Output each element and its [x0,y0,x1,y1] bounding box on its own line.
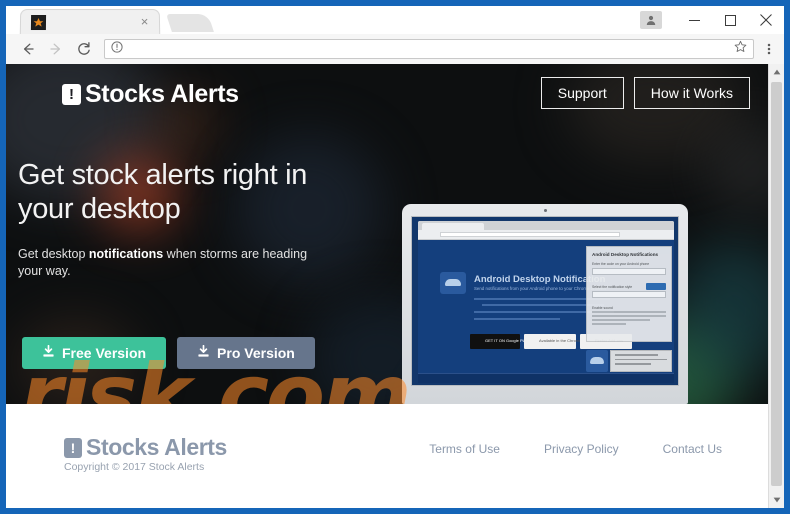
tab-strip: × [6,6,666,34]
page-scrollbar[interactable] [768,64,784,508]
new-tab-button[interactable] [166,14,214,32]
mockup-panel-label-1: Enter the code on your Android phone [592,262,650,266]
mockup-sound-checkbox: Enable sound [592,306,613,310]
forward-arrow-icon [42,35,70,63]
free-version-button[interactable]: Free Version [22,337,167,369]
footer-logo[interactable]: ! Stocks Alerts [64,434,227,461]
mockup-panel-title: Android Desktop Notifications [592,252,659,257]
hero-subtitle: Get desktop notifications when storms ar… [18,246,318,280]
footer-link-terms[interactable]: Terms of Use [429,442,500,456]
browser-toolbar [6,34,784,65]
pro-version-button[interactable]: Pro Version [177,337,315,369]
webcam-dot [543,209,547,212]
mockup-badge-label: GET IT ON Google Play [485,338,528,343]
mockup-panel-paragraph [592,311,666,335]
mockup-tab-bar [418,221,674,230]
mockup-cloud-icon [440,272,466,294]
cta-row: Free Version Pro Version [22,337,315,369]
mockup-tab [422,223,484,230]
mockup-url-field [440,232,620,237]
maximize-button[interactable] [712,6,748,34]
mockup-code-input [592,268,666,275]
scroll-down-arrow-icon[interactable] [769,492,784,508]
bookmark-star-icon[interactable] [734,40,747,58]
footer-link-contact[interactable]: Contact Us [663,442,722,456]
nav-support-button[interactable]: Support [540,77,624,109]
alert-logo-icon: ! [62,84,81,105]
mockup-chrome-store-badge: Available in the Chrome Web Store [524,334,601,349]
pro-version-label: Pro Version [217,345,295,361]
mockup-browser: Android Desktop Notification Send notifi… [418,221,674,383]
alert-logo-icon: ! [64,437,82,458]
mockup-taskbar [418,373,674,383]
nav-how-it-works-button[interactable]: How it Works [633,77,750,109]
laptop-mockup: Android Desktop Notification Send notifi… [384,204,706,404]
profile-icon[interactable] [640,11,662,29]
reload-icon[interactable] [70,35,98,63]
page-viewport: ! Stocks Alerts Support How it Works Get… [6,64,784,508]
subhead-bold: notifications [88,247,164,261]
mockup-url-bar [418,230,674,240]
site-logo[interactable]: ! Stocks Alerts [62,80,239,109]
mockup-toast [610,350,672,372]
close-button[interactable] [748,6,784,34]
web-page: ! Stocks Alerts Support How it Works Get… [6,64,768,508]
laptop-screen: Android Desktop Notification Send notifi… [411,216,679,386]
mockup-google-play-badge: GET IT ON Google Play [470,334,528,349]
free-version-label: Free Version [62,345,147,361]
window-controls [640,6,784,34]
copyright-text: Copyright © 2017 Stock Alerts [64,461,205,473]
info-icon[interactable] [111,40,123,58]
hero-section: ! Stocks Alerts Support How it Works Get… [6,64,768,404]
laptop-lid: Android Desktop Notification Send notifi… [402,204,688,404]
site-header: ! Stocks Alerts Support How it Works [6,64,768,124]
page-title: Get stock alerts right in your desktop [18,159,308,225]
header-nav: Support How it Works [540,77,750,109]
mockup-page-body: Android Desktop Notification Send notifi… [418,240,674,383]
mockup-send-button [646,283,666,290]
subhead-part-1: Get desktop [18,247,89,261]
minimize-button[interactable] [676,6,712,34]
footer-links: Terms of Use Privacy Policy Contact Us [429,442,722,456]
url-bar[interactable] [104,39,754,59]
three-dot-menu-icon[interactable] [758,35,780,63]
footer-link-privacy[interactable]: Privacy Policy [544,442,619,456]
download-icon [42,344,55,361]
scroll-up-arrow-icon[interactable] [769,64,784,80]
back-arrow-icon[interactable] [14,35,42,63]
hero-copy: Get stock alerts right in your desktop G… [18,158,358,280]
browser-tab[interactable]: × [19,9,161,34]
footer-brand-name: Stocks Alerts [86,434,227,460]
title-bar: × [6,6,784,34]
mockup-toast-icon [586,350,608,372]
brand-name: Stocks Alerts [85,80,239,108]
scrollbar-thumb[interactable] [771,82,782,486]
download-icon [197,344,210,361]
logo-glyph: ! [69,86,74,103]
star-favicon-icon [30,15,47,31]
browser-window: × ! Stocks Alerts Support How it Works G… [0,0,790,514]
site-footer: ! Stocks Alerts Copyright © 2017 Stock A… [6,404,768,508]
footer-logo-glyph: ! [70,439,76,456]
mockup-style-select [592,291,666,298]
mockup-settings-panel: Android Desktop Notifications Enter the … [586,246,672,342]
tab-close-icon[interactable]: × [138,14,151,29]
